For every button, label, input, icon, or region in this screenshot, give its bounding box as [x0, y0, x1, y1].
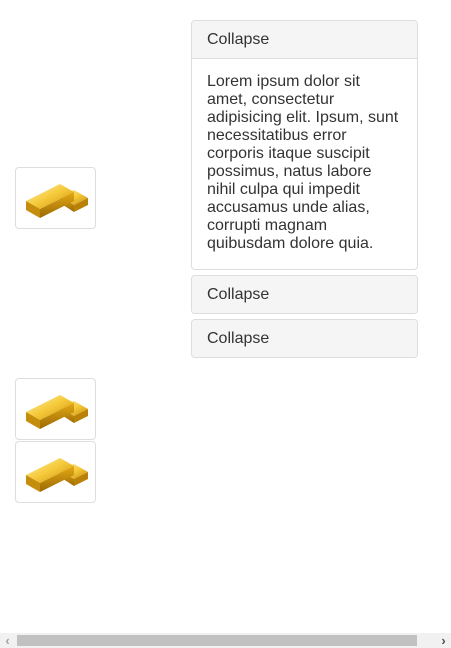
panel-heading-3[interactable]: Collapse [192, 320, 417, 357]
gold-bars-icon [26, 458, 88, 492]
thumbnail-2[interactable] [15, 378, 96, 440]
panel-body-1: Lorem ipsum dolor sit amet, consectetur … [207, 73, 399, 252]
thumbnail-3[interactable] [15, 441, 96, 503]
scroll-right-icon[interactable]: › [436, 633, 451, 648]
panel-heading-1[interactable]: Collapse [192, 21, 417, 59]
gold-bars-icon [26, 184, 88, 218]
scroll-left-icon[interactable]: ‹ [0, 633, 15, 648]
horizontal-scrollbar[interactable]: ‹ › [0, 633, 451, 648]
accordion-panel-2: Collapse [191, 275, 418, 314]
thumbnail-1[interactable] [15, 167, 96, 229]
panel-heading-2[interactable]: Collapse [192, 276, 417, 313]
scrollbar-thumb[interactable] [17, 635, 417, 646]
accordion-panel-3: Collapse [191, 319, 418, 358]
accordion-panel-1: Collapse Lorem ipsum dolor sit amet, con… [191, 20, 418, 270]
page: Collapse Lorem ipsum dolor sit amet, con… [0, 0, 451, 648]
gold-bars-icon [26, 395, 88, 429]
